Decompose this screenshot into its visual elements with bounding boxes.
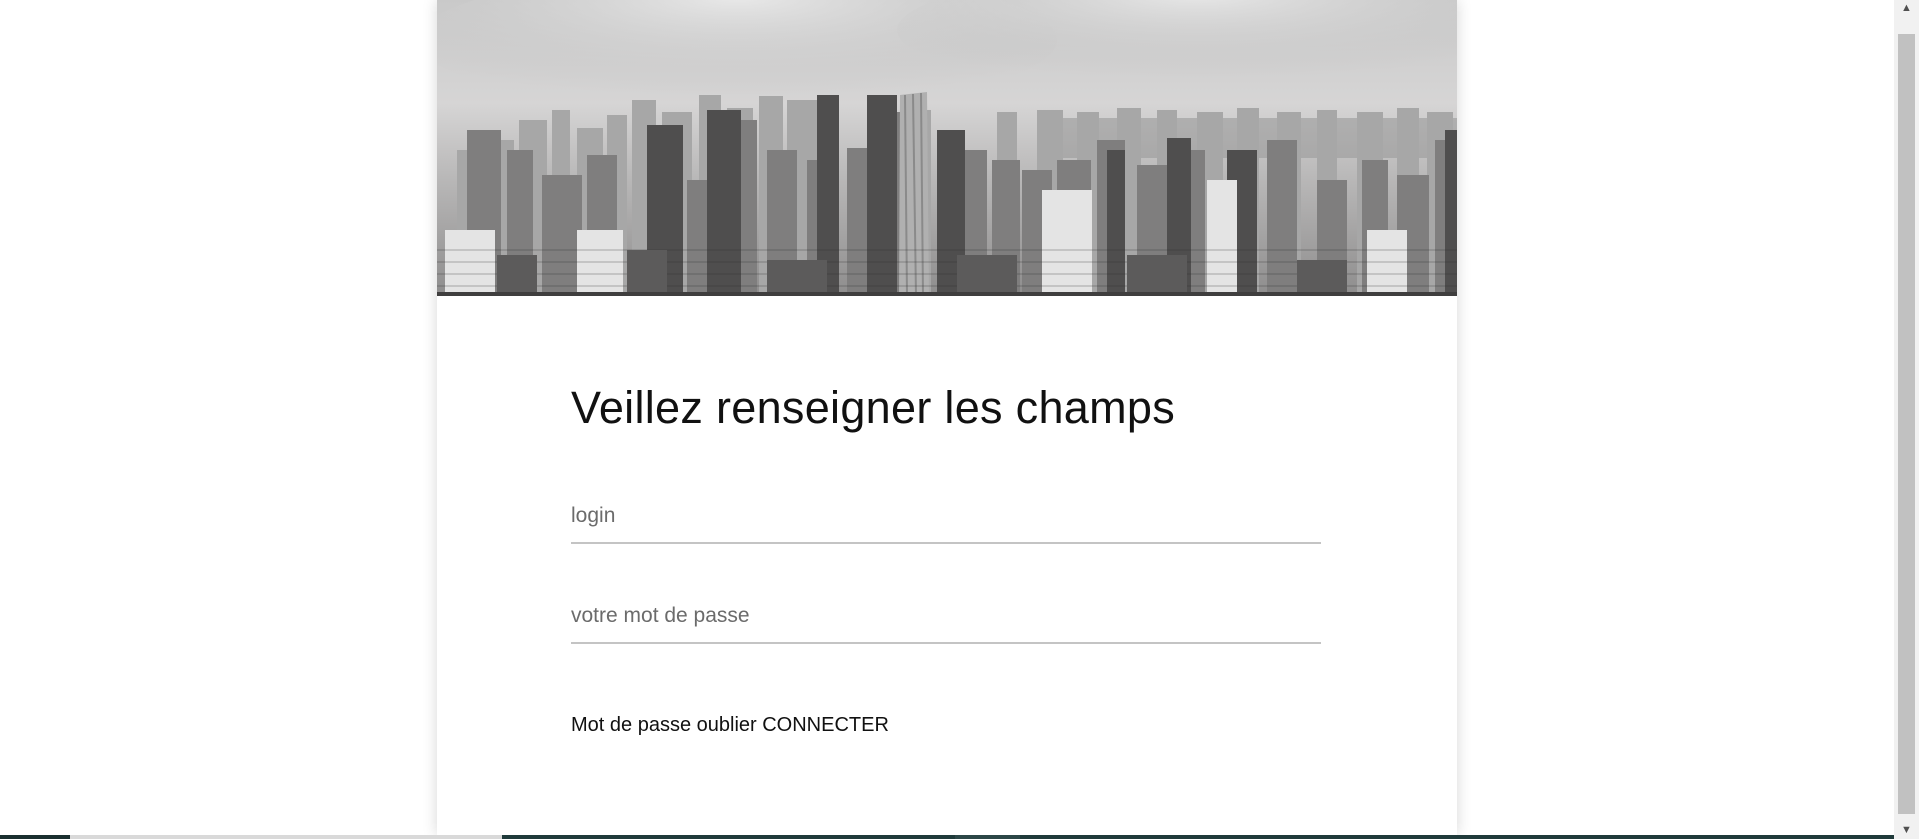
page-background: Veillez renseigner les champs Mot de pas… bbox=[0, 0, 1894, 835]
scrollbar-thumb[interactable] bbox=[1898, 34, 1915, 814]
password-field[interactable] bbox=[571, 596, 1321, 644]
triangle-down-icon[interactable]: ▼ bbox=[1894, 822, 1919, 839]
connect-button[interactable]: CONNECTER bbox=[762, 714, 889, 736]
taskbar-segment bbox=[0, 835, 70, 839]
login-underline bbox=[571, 542, 1321, 544]
login-input[interactable] bbox=[571, 496, 1321, 536]
city-skyline-image bbox=[437, 0, 1457, 296]
page-title: Veillez renseigner les champs bbox=[571, 382, 1176, 433]
login-card: Veillez renseigner les champs Mot de pas… bbox=[437, 0, 1457, 835]
taskbar-segment bbox=[70, 835, 502, 839]
password-input[interactable] bbox=[571, 596, 1321, 636]
vertical-scrollbar[interactable]: ▲ ▼ bbox=[1894, 0, 1919, 839]
forgot-password-link[interactable]: Mot de passe oublier bbox=[571, 714, 757, 736]
login-field[interactable] bbox=[571, 496, 1321, 544]
form-links: Mot de passe oublier CONNECTER bbox=[571, 714, 889, 737]
password-underline bbox=[571, 642, 1321, 644]
triangle-up-icon[interactable]: ▲ bbox=[1894, 0, 1919, 17]
taskbar-strip bbox=[0, 835, 1894, 839]
taskbar-segment bbox=[955, 835, 1020, 839]
